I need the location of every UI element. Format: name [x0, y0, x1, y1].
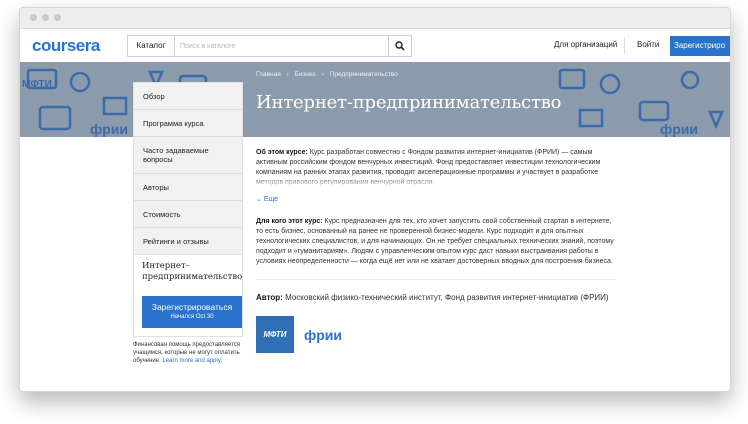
- course-banner: МФТИ фрии фрии Главная › Бизнес › Предпр…: [20, 62, 730, 137]
- page-title: Интернет-предпринимательство: [256, 92, 562, 113]
- chevron-right-icon: ›: [321, 71, 324, 78]
- breadcrumb-home[interactable]: Главная: [256, 71, 281, 78]
- svg-text:МФТИ: МФТИ: [22, 79, 52, 90]
- course-description: Об этом курсе: Курс разработан совместно…: [256, 148, 616, 353]
- breadcrumb-entrepreneurship[interactable]: Предпринимательство: [330, 71, 398, 78]
- chevron-right-icon: ›: [286, 71, 289, 78]
- enroll-button-label: Зарегистрироваться: [151, 302, 233, 312]
- search-bar: Каталог: [127, 35, 412, 57]
- enroll-button[interactable]: Зарегистрироваться Начался Oct 30: [142, 296, 242, 328]
- show-more-link[interactable]: ⌄ Еще: [256, 195, 616, 203]
- site-header: coursera Каталог Для организаций Войти З…: [20, 29, 730, 63]
- browser-window: coursera Каталог Для организаций Войти З…: [19, 7, 731, 392]
- enroll-start-date: Начался Oct 30: [170, 314, 214, 320]
- sidebar-course-card: Интернет–предпринимательство Зарегистрир…: [134, 255, 242, 336]
- about-section: Об этом курсе: Курс разработан совместно…: [256, 148, 616, 188]
- author-line: Автор: Московский физико-технический инс…: [256, 292, 616, 303]
- financial-aid-note: Финансовая помощь предоставляется учащим…: [133, 341, 245, 365]
- svg-text:фрии: фрии: [660, 121, 698, 137]
- author-text: Московский физико-технический институт, …: [285, 293, 609, 302]
- register-button[interactable]: Зарегистриро: [670, 36, 730, 56]
- mipt-logo[interactable]: МФТИ: [256, 316, 294, 353]
- audience-label: Для кого этот курс:: [256, 218, 323, 225]
- author-label: Автор:: [256, 293, 283, 302]
- search-input[interactable]: [175, 36, 388, 56]
- chevron-down-icon: ⌄: [256, 196, 262, 203]
- svg-text:фрии: фрии: [90, 121, 128, 137]
- sidebar-item-faq[interactable]: Часто задаваемые вопросы: [134, 137, 242, 174]
- coursera-logo[interactable]: coursera: [32, 36, 100, 56]
- window-chrome: [20, 8, 730, 29]
- audience-text: Курс предназначен для тех, кто хочет зап…: [256, 218, 614, 265]
- course-sidebar: Обзор Программа курса Часто задаваемые в…: [133, 82, 243, 337]
- maximize-dot-icon[interactable]: [54, 14, 61, 21]
- breadcrumb-business[interactable]: Бизнес: [295, 71, 316, 78]
- sidebar-item-reviews[interactable]: Рейтинги и отзывы: [134, 228, 242, 255]
- section-divider: [256, 279, 616, 280]
- about-text: Курс разработан совместно с Фондом разви…: [256, 149, 601, 186]
- search-button[interactable]: [388, 36, 411, 56]
- header-divider: [624, 37, 625, 54]
- financial-aid-link[interactable]: Learn more and apply.: [162, 358, 222, 364]
- about-label: Об этом курсе:: [256, 149, 308, 156]
- frii-logo[interactable]: фрии: [304, 316, 342, 353]
- about-paragraph: Об этом курсе: Курс разработан совместно…: [256, 148, 616, 188]
- sidebar-course-name: Интернет–предпринимательство: [142, 261, 243, 282]
- breadcrumb: Главная › Бизнес › Предпринимательство: [256, 71, 402, 78]
- sidebar-item-syllabus[interactable]: Программа курса: [134, 110, 242, 137]
- close-dot-icon[interactable]: [30, 14, 37, 21]
- sidebar-item-authors[interactable]: Авторы: [134, 174, 242, 201]
- partner-logos: МФТИ фрии: [256, 316, 616, 353]
- catalog-button[interactable]: Каталог: [128, 36, 175, 56]
- minimize-dot-icon[interactable]: [42, 14, 49, 21]
- show-more-label: Еще: [263, 196, 279, 203]
- sidebar-item-pricing[interactable]: Стоимость: [134, 201, 242, 228]
- search-icon: [395, 41, 405, 51]
- audience-paragraph: Для кого этот курс: Курс предназначен дл…: [256, 217, 616, 267]
- login-link[interactable]: Войти: [637, 40, 659, 49]
- for-organizations-link[interactable]: Для организаций: [554, 40, 617, 49]
- sidebar-item-overview[interactable]: Обзор: [134, 83, 242, 110]
